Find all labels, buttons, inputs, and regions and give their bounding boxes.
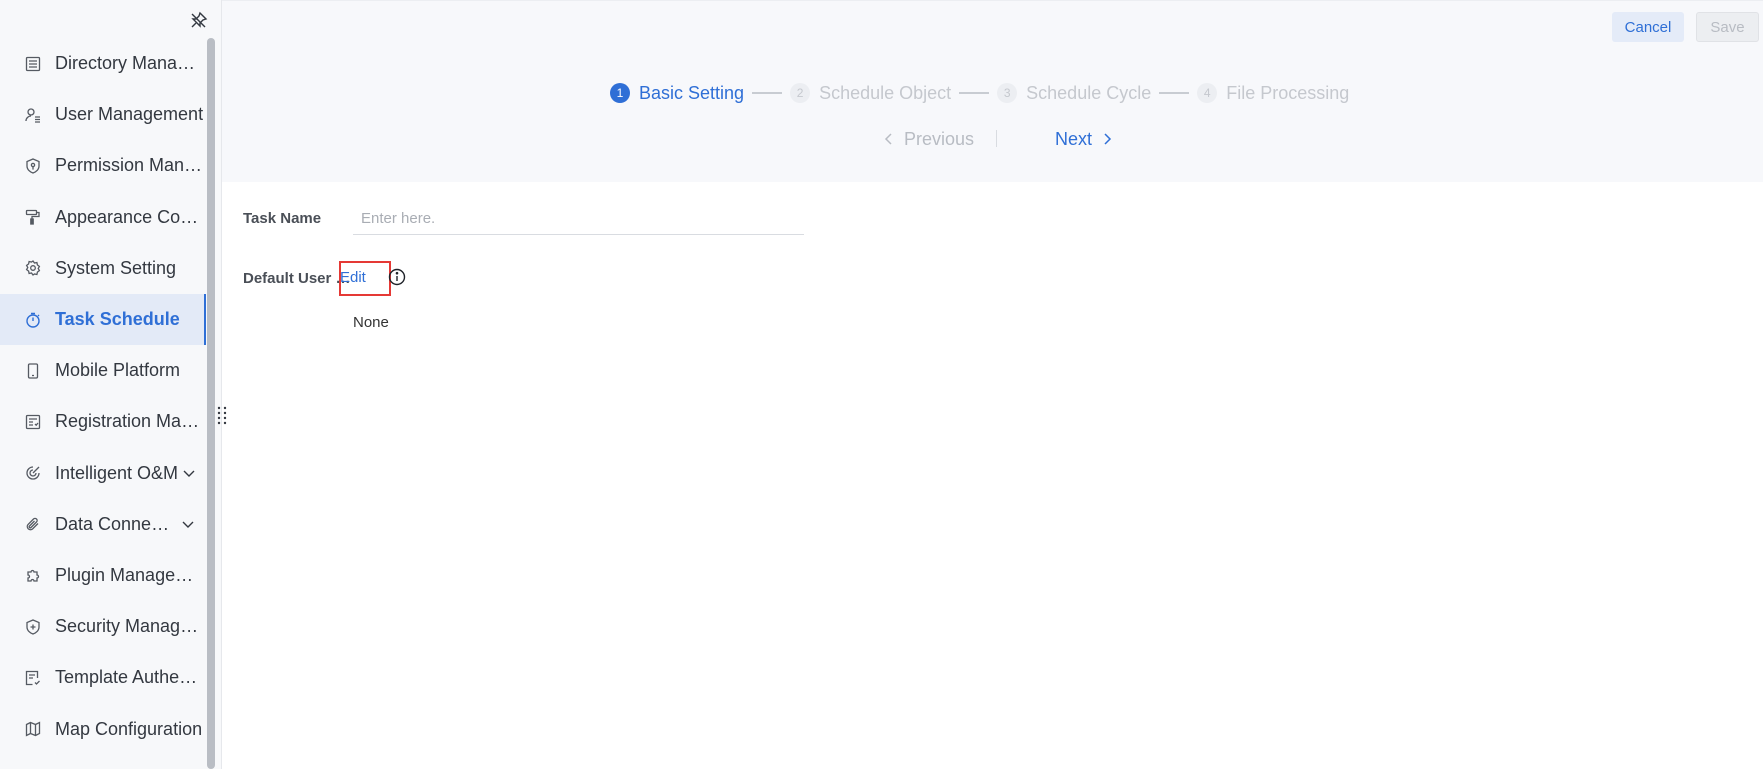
sidebar-scrollbar[interactable] [207, 38, 215, 769]
step-label: Schedule Cycle [1026, 82, 1152, 103]
sidebar-item-security-management[interactable]: Security Management [0, 601, 206, 652]
sidebar-item-label: Registration Management [55, 411, 205, 432]
task-name-input[interactable] [353, 203, 804, 234]
sidebar-item-data-connection[interactable]: Data Connection [0, 499, 206, 550]
step-number: 2 [790, 83, 811, 103]
puzzle-icon [24, 566, 42, 584]
user-list-icon [24, 106, 42, 124]
sidebar-item-label: Plugin Management [55, 564, 205, 585]
sidebar-item-label: Template Authentication [55, 667, 205, 688]
sidebar-item-label: Appearance Configuration [55, 206, 205, 227]
sidebar-nav: Directory Management User Management Per… [0, 38, 206, 755]
gear-icon [24, 259, 42, 277]
wizard-header: Cancel Save 1 Basic Setting 2 Schedule O… [222, 0, 1763, 182]
shield-lock-icon [24, 157, 42, 175]
sidebar-item-mobile-platform[interactable]: Mobile Platform [0, 345, 206, 396]
mobile-icon [24, 362, 42, 380]
chevron-down-icon [181, 517, 195, 531]
next-label: Next [1055, 128, 1093, 149]
cancel-button[interactable]: Cancel [1612, 12, 1684, 42]
wizard-steps: 1 Basic Setting 2 Schedule Object 3 Sche… [610, 80, 1349, 106]
sidebar-item-label: Permission Management [55, 155, 205, 176]
step-label: Schedule Object [819, 82, 952, 103]
step-number: 3 [997, 83, 1018, 103]
chevron-right-icon [1100, 132, 1114, 146]
task-name-field [353, 203, 804, 235]
sidebar-item-intelligent-om[interactable]: Intelligent O&M [0, 448, 206, 499]
sidebar-item-label: Intelligent O&M [55, 462, 179, 483]
step-file-processing[interactable]: 4 File Processing [1197, 83, 1349, 104]
sidebar-item-label: Directory Management [55, 53, 205, 74]
shield-plus-icon [24, 618, 42, 636]
step-basic-setting[interactable]: 1 Basic Setting [610, 83, 744, 104]
step-schedule-cycle[interactable]: 3 Schedule Cycle [997, 83, 1151, 104]
sidebar-item-label: Mobile Platform [55, 360, 181, 381]
paperclip-icon [24, 515, 42, 533]
sidebar-item-appearance-configuration[interactable]: Appearance Configuration [0, 192, 206, 243]
sidebar-item-directory-management[interactable]: Directory Management [0, 38, 206, 89]
sidebar-item-plugin-management[interactable]: Plugin Management [0, 550, 206, 601]
chevron-down-icon [182, 466, 196, 480]
paint-roller-icon [24, 208, 42, 226]
list-icon [24, 55, 42, 73]
task-name-label: Task Name [243, 210, 322, 227]
sidebar-item-label: Task Schedule [55, 309, 180, 330]
map-icon [24, 720, 42, 738]
step-schedule-object[interactable]: 2 Schedule Object [790, 83, 951, 104]
sidebar-item-permission-management[interactable]: Permission Management [0, 140, 206, 191]
sidebar-item-task-schedule[interactable]: Task Schedule [0, 293, 206, 346]
sidebar-item-map-configuration[interactable]: Map Configuration [0, 703, 206, 754]
chevron-left-icon [882, 132, 896, 146]
edit-link[interactable]: Edit [340, 269, 366, 286]
previous-button[interactable]: Previous [882, 126, 974, 152]
next-button[interactable]: Next [1055, 126, 1114, 152]
sidebar: Directory Management User Management Per… [0, 0, 222, 769]
default-user-group-value: None [353, 314, 389, 331]
step-connector [752, 92, 783, 94]
sidebar-item-label: Security Management [55, 616, 205, 637]
step-number: 1 [610, 83, 630, 103]
sidebar-item-label: Data Connection [55, 513, 177, 534]
step-label: Basic Setting [639, 82, 745, 103]
step-label: File Processing [1226, 82, 1350, 103]
main-content: Cancel Save 1 Basic Setting 2 Schedule O… [222, 0, 1763, 769]
step-connector [959, 92, 990, 94]
save-button[interactable]: Save [1696, 12, 1759, 42]
sidebar-item-registration-management[interactable]: Registration Management [0, 396, 206, 447]
sidebar-item-system-setting[interactable]: System Setting [0, 243, 206, 294]
sidebar-item-label: User Management [55, 104, 204, 125]
radar-icon [24, 464, 42, 482]
previous-label: Previous [904, 128, 975, 149]
step-number: 4 [1197, 83, 1218, 103]
sidebar-item-template-authentication[interactable]: Template Authentication [0, 652, 206, 703]
sidebar-item-label: System Setting [55, 257, 177, 278]
sidebar-item-user-management[interactable]: User Management [0, 89, 206, 140]
step-connector [1159, 92, 1190, 94]
info-icon[interactable] [388, 268, 406, 286]
registration-icon [24, 413, 42, 431]
sidebar-item-label: Map Configuration [55, 718, 203, 739]
unpin-icon[interactable] [189, 10, 209, 30]
pager-divider [996, 130, 997, 147]
stopwatch-icon [24, 311, 42, 329]
template-icon [24, 669, 42, 687]
